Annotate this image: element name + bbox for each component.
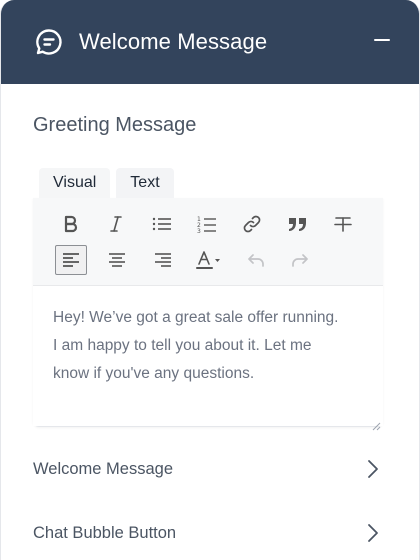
greeting-message-textarea[interactable]: Hey! We’ve got a great sale offer runnin…: [33, 286, 383, 431]
chat-bubble-icon: [33, 26, 65, 58]
svg-text:3: 3: [197, 228, 201, 233]
resize-handle-icon[interactable]: [371, 413, 381, 431]
panel-content: Greeting Message Visual Text 1 2 3 Hey! …: [1, 84, 419, 560]
align-right-icon[interactable]: [147, 245, 179, 275]
accordion-welcome-message[interactable]: Welcome Message: [1, 437, 419, 501]
text-color-icon[interactable]: [193, 245, 225, 275]
collapse-button[interactable]: [367, 27, 397, 57]
strikethrough-icon[interactable]: [328, 209, 359, 239]
rich-text-editor: 1 2 3 Hey! We’ve got a great sale offer …: [33, 198, 383, 431]
section-title: Greeting Message: [33, 114, 197, 136]
numbered-list-icon[interactable]: 1 2 3: [191, 209, 222, 239]
toolbar-row: 1 2 3: [55, 206, 373, 242]
panel-header: Welcome Message: [1, 0, 419, 84]
bulleted-list-icon[interactable]: [146, 209, 177, 239]
bold-icon[interactable]: [55, 209, 86, 239]
text-line: I am happy to tell you about it. Let me: [53, 337, 312, 354]
accordion-chat-bubble-button[interactable]: Chat Bubble Button: [1, 501, 419, 560]
undo-icon[interactable]: [239, 245, 271, 275]
chevron-right-icon: [365, 459, 381, 479]
accordion-label: Chat Bubble Button: [33, 523, 177, 542]
panel-title: Welcome Message: [79, 29, 268, 54]
minus-icon: [373, 31, 391, 54]
italic-icon[interactable]: [100, 209, 131, 239]
editor-toolbar: 1 2 3: [33, 198, 383, 286]
settings-panel: Welcome Message Greeting Message Visual …: [0, 0, 420, 560]
link-icon[interactable]: [237, 209, 268, 239]
align-center-icon[interactable]: [101, 245, 133, 275]
text-line: Hey! We’ve got a great sale offer runnin…: [53, 309, 339, 326]
redo-icon[interactable]: [285, 245, 317, 275]
text-line: know if you've any questions.: [53, 365, 255, 382]
align-left-icon[interactable]: [55, 245, 87, 275]
blockquote-icon[interactable]: [282, 209, 313, 239]
toolbar-row: [55, 242, 373, 278]
chevron-right-icon: [365, 523, 381, 543]
editor-tabs: Visual Text: [1, 168, 419, 198]
accordion-label: Welcome Message: [33, 459, 174, 478]
tab-visual[interactable]: Visual: [39, 168, 111, 198]
tab-text[interactable]: Text: [116, 168, 174, 198]
